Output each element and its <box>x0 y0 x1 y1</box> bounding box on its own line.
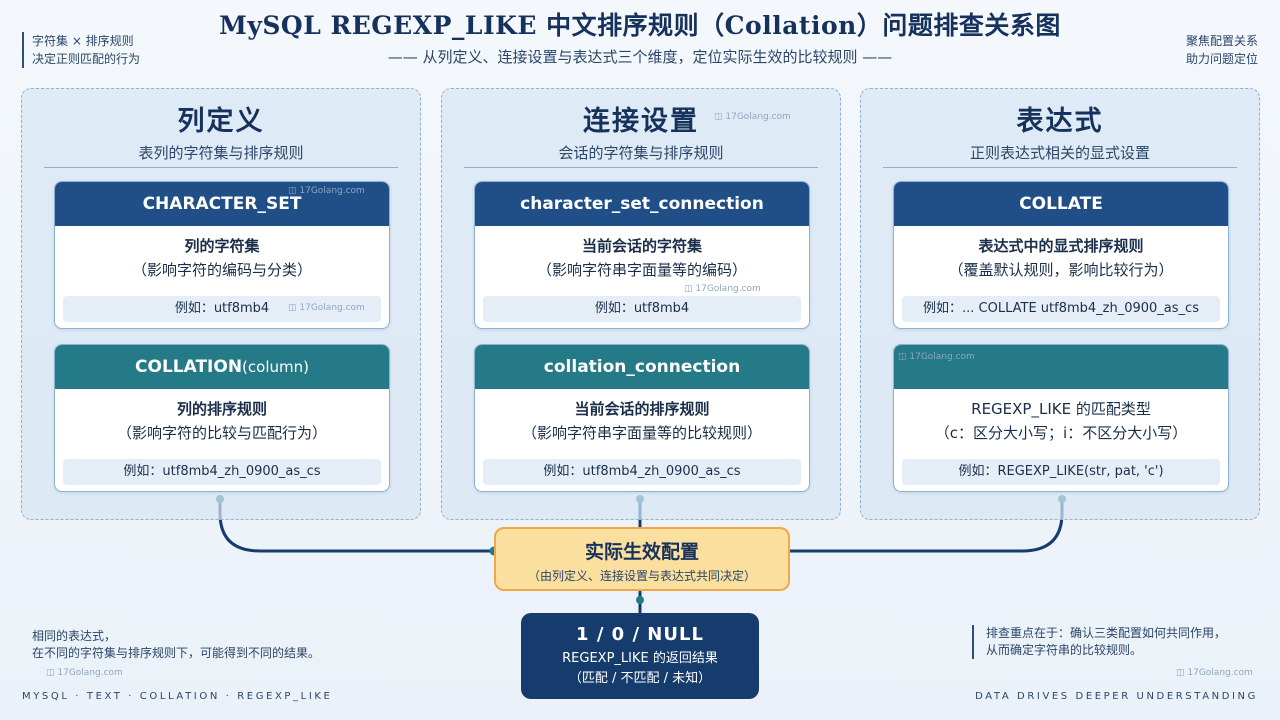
watermark: 17Golang.com <box>684 284 760 294</box>
card-description: 当前会话的字符集 （影响字符串字面量等的编码） <box>475 226 809 282</box>
result-title: 1 / 0 / NULL <box>576 624 704 645</box>
card-header-label: COLLATE <box>1019 194 1103 214</box>
watermark: 17Golang.com <box>288 186 364 196</box>
result-box: 1 / 0 / NULL REGEXP_LIKE 的返回结果 （匹配 / 不匹配… <box>521 613 759 699</box>
result-description-line1: REGEXP_LIKE 的返回结果 <box>562 651 718 666</box>
divider <box>883 167 1237 168</box>
card-description-detail: （影响字符串字面量等的比较规则） <box>521 424 762 442</box>
card-header-label: CHARACTER_SET <box>142 194 302 214</box>
bottom-right-note: 排查重点在于：确认三类配置如何共同作用， 从而确定字符串的比较规则。 <box>972 625 1226 659</box>
card-description: 列的排序规则 （影响字符的比较与匹配行为） <box>55 389 389 445</box>
card-example: 例如：utf8mb4_zh_0900_as_cs <box>483 459 801 485</box>
card-example: 例如：utf8mb4_zh_0900_as_cs <box>63 459 381 485</box>
card-description-main: 列的排序规则 <box>176 400 267 418</box>
column-collation-card: COLLATION(column) 列的排序规则 （影响字符的比较与匹配行为） … <box>54 344 390 492</box>
card-header: COLLATION(column) <box>55 345 389 389</box>
card-description: 表达式中的显式排序规则 （覆盖默认规则，影响比较行为） <box>894 226 1228 282</box>
card-description-detail: （c：区分大小写；i：不区分大小写） <box>934 424 1188 442</box>
card-header-label: COLLATION <box>135 357 243 377</box>
watermark: 17Golang.com <box>898 352 974 362</box>
watermark: 17Golang.com <box>46 668 122 678</box>
card-example: 例如：... COLLATE utf8mb4_zh_0900_as_cs <box>902 296 1220 322</box>
column-title: 列定义 <box>177 106 265 137</box>
page-title: MySQL REGEXP_LIKE 中文排序规则（Collation）问题排查关… <box>219 11 1061 40</box>
card-header: character_set_connection <box>475 182 809 226</box>
card-description-detail: （影响字符的比较与匹配行为） <box>116 424 327 442</box>
card-example: 例如：REGEXP_LIKE(str, pat, 'c') <box>902 459 1220 485</box>
card-description-main: 表达式中的显式排序规则 <box>978 237 1144 255</box>
column-subtitle: 表列的字符集与排序规则 <box>138 144 304 162</box>
connector-dot <box>636 596 644 604</box>
top-left-note: 字符集 × 排序规则 决定正则匹配的行为 <box>22 32 140 68</box>
watermark: 17Golang.com <box>288 303 364 313</box>
card-description-main: 当前会话的字符集 <box>581 237 702 255</box>
effective-config-title: 实际生效配置 <box>584 541 699 563</box>
card-description-detail: （覆盖默认规则，影响比较行为） <box>948 261 1174 279</box>
card-header-label: character_set_connection <box>520 194 764 214</box>
column-header: 表达式 正则表达式相关的显式设置 <box>861 99 1259 163</box>
effective-config-box: 实际生效配置 （由列定义、连接设置与表达式共同决定） <box>494 527 790 591</box>
top-right-note-line1: 聚焦配置关系 <box>1185 34 1258 48</box>
card-description: 列的字符集 （影响字符的编码与分类） <box>55 226 389 282</box>
footer-right-tagline: DATA DRIVES DEEPER UNDERSTANDING <box>975 691 1258 702</box>
card-description: REGEXP_LIKE 的匹配类型 （c：区分大小写；i：不区分大小写） <box>894 389 1228 445</box>
card-description-detail: （影响字符串字面量等的编码） <box>536 261 747 279</box>
card-description-main: 当前会话的排序规则 <box>574 400 710 418</box>
match-type-card: match_type c / i REGEXP_LIKE 的匹配类型 （c：区分… <box>893 344 1229 492</box>
card-header-label: collation_connection <box>543 357 741 377</box>
collate-card: COLLATE 表达式中的显式排序规则 （覆盖默认规则，影响比较行为） 例如：.… <box>893 181 1229 329</box>
column-title: 表达式 <box>1016 106 1104 137</box>
card-header-suffix: (column) <box>242 358 309 376</box>
watermark: 17Golang.com <box>1176 668 1252 678</box>
collation-connection-card: collation_connection 当前会话的排序规则 （影响字符串字面量… <box>474 344 810 492</box>
bottom-right-note-line1: 排查重点在于：确认三类配置如何共同作用， <box>986 626 1227 640</box>
effective-config-subtitle: （由列定义、连接设置与表达式共同决定） <box>527 569 756 583</box>
card-example: 例如：utf8mb4 <box>483 296 801 322</box>
divider <box>464 167 818 168</box>
result-description-line2: （匹配 / 不匹配 / 未知） <box>568 671 712 686</box>
divider <box>44 167 398 168</box>
card-description-main: REGEXP_LIKE 的匹配类型 <box>971 400 1151 418</box>
bottom-left-note: 相同的表达式， 在不同的字符集与排序规则下，可能得到不同的结果。 <box>32 628 320 662</box>
page-subtitle: —— 从列定义、连接设置与表达式三个维度，定位实际生效的比较规则 —— <box>387 48 893 66</box>
card-header: COLLATE <box>894 182 1228 226</box>
bottom-left-note-line1: 相同的表达式， <box>32 629 117 643</box>
character-set-connection-card: character_set_connection 当前会话的字符集 （影响字符串… <box>474 181 810 329</box>
result-description: REGEXP_LIKE 的返回结果 （匹配 / 不匹配 / 未知） <box>521 649 759 689</box>
expression-panel: 表达式 正则表达式相关的显式设置 COLLATE 表达式中的显式排序规则 （覆盖… <box>860 88 1260 520</box>
bottom-right-note-line2: 从而确定字符串的比较规则。 <box>986 643 1143 657</box>
top-right-note: 聚焦配置关系 助力问题定位 <box>1186 32 1258 68</box>
column-header: 列定义 表列的字符集与排序规则 <box>22 99 420 163</box>
top-left-note-line2: 决定正则匹配的行为 <box>32 52 141 66</box>
card-description-main: 列的字符集 <box>184 237 260 255</box>
card-header: collation_connection <box>475 345 809 389</box>
footer-left-tagline: MYSQL · TEXT · COLLATION · REGEXP_LIKE <box>22 691 333 702</box>
top-left-note-line1: 字符集 × 排序规则 <box>32 34 134 48</box>
card-description: 当前会话的排序规则 （影响字符串字面量等的比较规则） <box>475 389 809 445</box>
card-description-detail: （影响字符的编码与分类） <box>131 261 312 279</box>
column-header: 连接设置 会话的字符集与排序规则 <box>442 99 840 163</box>
bottom-left-note-line2: 在不同的字符集与排序规则下，可能得到不同的结果。 <box>32 646 321 660</box>
column-subtitle: 正则表达式相关的显式设置 <box>969 144 1150 162</box>
connection-settings-panel: 连接设置 会话的字符集与排序规则 character_set_connectio… <box>441 88 841 520</box>
column-subtitle: 会话的字符集与排序规则 <box>558 144 724 162</box>
top-right-note-line2: 助力问题定位 <box>1185 52 1258 66</box>
watermark: 17Golang.com <box>714 112 790 122</box>
